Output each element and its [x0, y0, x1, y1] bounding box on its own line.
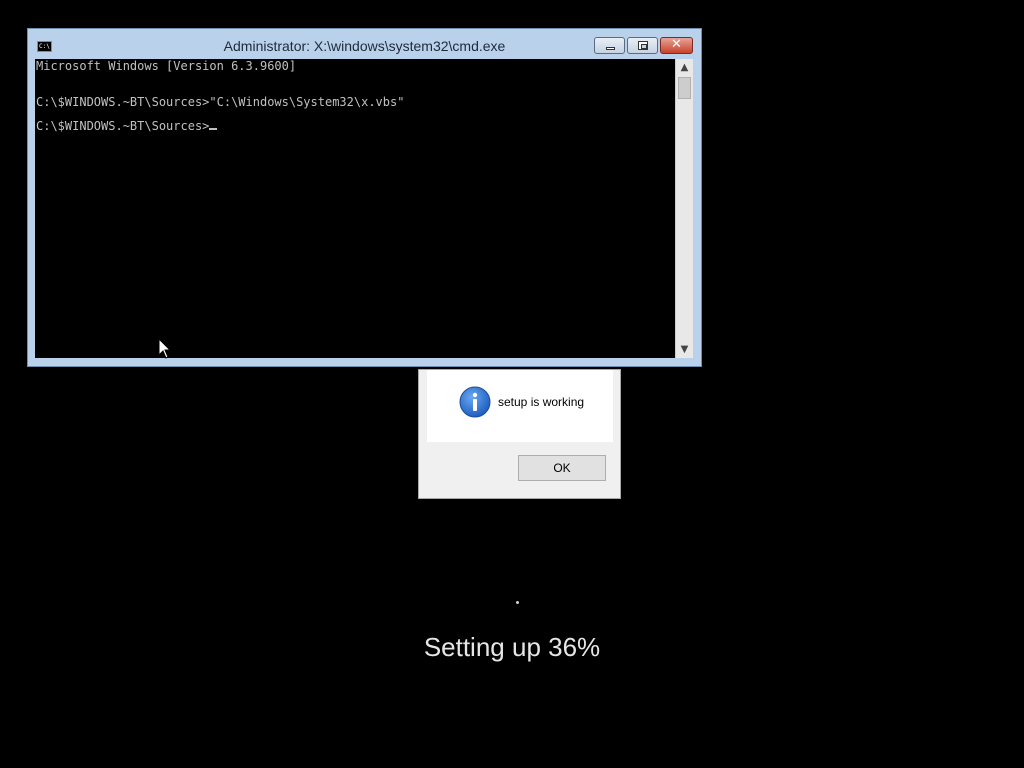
close-icon: ✕ — [671, 37, 682, 52]
scroll-thumb[interactable] — [678, 77, 691, 99]
title-bar[interactable]: C:\ Administrator: X:\windows\system32\c… — [28, 29, 701, 59]
vertical-scrollbar[interactable]: ▲ ▼ — [676, 59, 693, 358]
minimize-icon — [606, 47, 615, 50]
message-box[interactable]: setup is working OK — [418, 369, 621, 499]
scroll-up-arrow-icon[interactable]: ▲ — [676, 59, 693, 76]
text-cursor — [209, 128, 218, 130]
mouse-pointer-icon — [158, 338, 172, 359]
ok-button[interactable]: OK — [518, 455, 606, 481]
maximize-button[interactable] — [627, 37, 658, 54]
maximize-icon — [638, 41, 648, 50]
console-line: Microsoft Windows [Version 6.3.9600] — [36, 59, 297, 73]
info-icon — [459, 386, 491, 418]
console-output[interactable]: Microsoft Windows [Version 6.3.9600] C:\… — [35, 59, 675, 358]
console-line: C:\$WINDOWS.~BT\Sources>"C:\Windows\Syst… — [36, 95, 405, 109]
minimize-button[interactable] — [594, 37, 625, 54]
message-content: setup is working — [427, 370, 613, 442]
message-text: setup is working — [498, 395, 585, 409]
cmd-window[interactable]: C:\ Administrator: X:\windows\system32\c… — [27, 28, 702, 367]
close-button[interactable]: ✕ — [660, 37, 693, 54]
console-prompt-line[interactable]: C:\$WINDOWS.~BT\Sources> — [36, 119, 218, 133]
setup-progress-text: Setting up 36% — [423, 632, 601, 662]
console-prompt: C:\$WINDOWS.~BT\Sources> — [36, 119, 210, 133]
scroll-down-arrow-icon[interactable]: ▼ — [676, 341, 693, 358]
progress-spinner — [516, 601, 519, 604]
